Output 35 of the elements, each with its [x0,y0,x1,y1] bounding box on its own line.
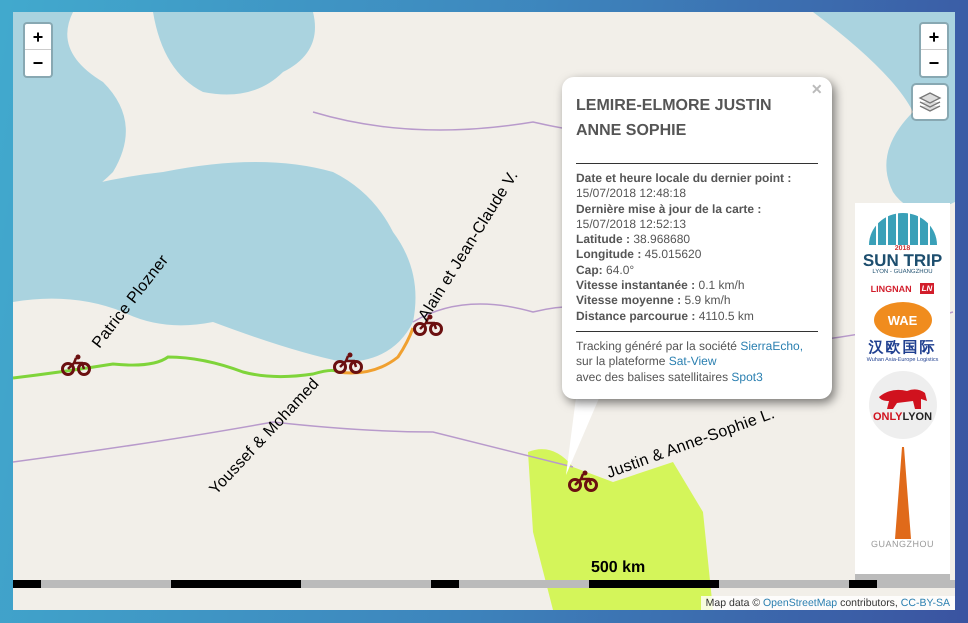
attribution-link[interactable]: OpenStreetMap [763,597,838,609]
license-link[interactable]: CC-BY-SA [900,597,950,609]
logo-title: GUANGZHOU [871,539,934,549]
field-row-text: Vitesse moyenne : 5.9 km/h [576,293,732,309]
logo-badge: LN [920,283,934,294]
bicycle-icon[interactable] [568,470,598,492]
bicycle-icon[interactable] [333,352,363,374]
credit-link[interactable]: Spot3 [731,370,763,384]
lion-logo: ONLYLYON [868,371,936,439]
logo-chinese-title: 汉欧国际 [868,338,936,357]
logo-title: SUN TRIP [862,252,942,269]
field-label: Dernière mise à jour de la carte : [576,202,762,217]
credit-text: avec des balises satellitaires [576,370,728,384]
credit-text: sur la plateforme [576,354,666,368]
credit-link[interactable]: Sat-View [668,354,717,368]
scale-label: 500 km [591,559,646,577]
attribution-text: contributors, [840,597,898,609]
credit-text: Tracking généré par la société [576,338,737,353]
field-row-text: Distance parcourue : 4110.5 km [576,308,755,324]
field-label: Date et heure locale du dernier point : [576,171,792,186]
attribution-text: Map data © [706,597,760,609]
field-row-text: Latitude : 38.968680 [576,232,692,248]
field-value: 15/07/2018 12:52:13 [576,216,688,232]
field-row-text: Vitesse instantanée : 0.1 km/h [576,278,746,294]
logo-title: LINGNAN [870,284,912,294]
bicycle-icon[interactable] [61,354,91,376]
layers-button[interactable] [911,83,949,121]
credit-link[interactable]: SierraEcho, [740,338,804,353]
field-value: 15/07/2018 12:48:18 [576,186,688,202]
field-row-text: Longitude : 45.015620 [576,247,702,263]
field-row-text: Cap: 64.0° [576,262,636,278]
tower-icon [892,447,912,539]
popup-title: LEMIRE-ELMORE JUSTIN ANNE SOPHIE [576,96,773,141]
layers-icon [918,91,942,113]
globe-logo: WAE [874,302,932,338]
